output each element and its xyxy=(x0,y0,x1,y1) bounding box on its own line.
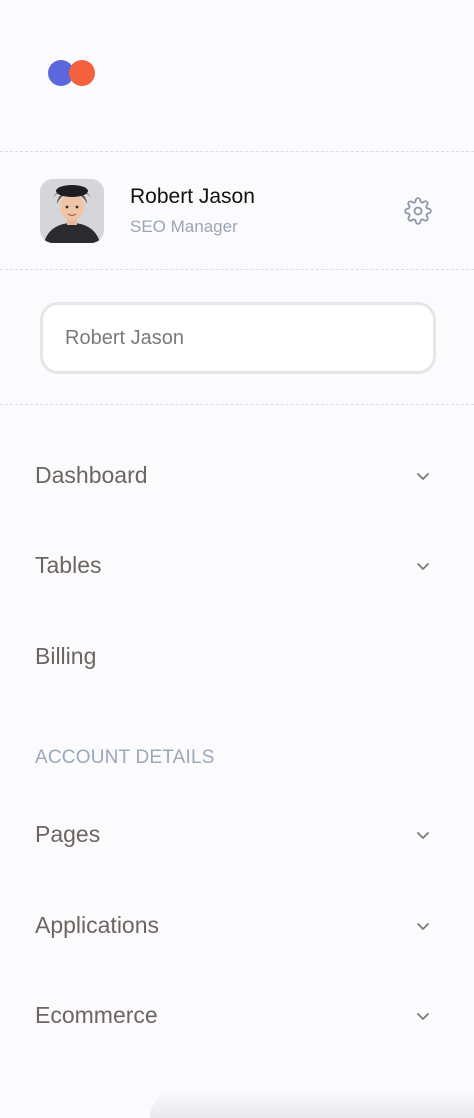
avatar[interactable] xyxy=(40,179,104,243)
user-photo xyxy=(40,179,104,243)
chevron-down-icon[interactable] xyxy=(415,918,431,934)
profile-role: SEO Manager xyxy=(130,217,238,236)
nav-item-ecommerce[interactable]: Ecommerce xyxy=(35,994,435,1038)
user-profile: Robert Jason SEO Manager xyxy=(40,179,440,243)
chevron-down-icon[interactable] xyxy=(415,1008,431,1024)
scroll-shadow xyxy=(150,1090,474,1118)
nav-item-label: Billing xyxy=(35,643,97,669)
nav-item-label: Dashboard xyxy=(35,462,148,488)
chevron-down-icon[interactable] xyxy=(415,827,431,843)
profile-name: Robert Jason xyxy=(130,185,255,208)
nav-item-billing[interactable]: Billing xyxy=(35,635,435,679)
nav-item-applications[interactable]: Applications xyxy=(35,904,435,948)
section-title-account-details: ACCOUNT DETAILS xyxy=(35,747,215,768)
divider xyxy=(0,269,474,270)
chevron-down-icon[interactable] xyxy=(415,558,431,574)
gear-icon[interactable] xyxy=(404,197,432,225)
nav-item-label: Ecommerce xyxy=(35,1002,158,1028)
search-input[interactable] xyxy=(65,305,415,371)
nav-item-dashboard[interactable]: Dashboard xyxy=(35,454,435,498)
nav-item-pages[interactable]: Pages xyxy=(35,813,435,857)
nav-item-label: Applications xyxy=(35,912,160,938)
nav-item-label: Pages xyxy=(35,821,101,847)
chevron-down-icon[interactable] xyxy=(415,468,431,484)
divider xyxy=(0,404,474,405)
brand-logo[interactable] xyxy=(48,59,96,87)
search-box xyxy=(40,302,436,374)
nav-item-tables[interactable]: Tables xyxy=(35,544,435,588)
nav-item-label: Tables xyxy=(35,552,102,578)
divider xyxy=(0,151,474,152)
sidebar: Robert Jason SEO Manager Dashboard Table… xyxy=(0,0,474,1118)
